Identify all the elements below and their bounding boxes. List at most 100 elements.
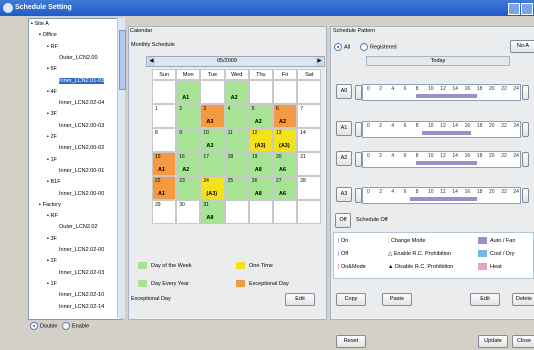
pattern-code-button[interactable]: A0 (336, 84, 352, 99)
calendar-day-cell[interactable]: 27 A6 (273, 176, 298, 200)
calendar-day-cell[interactable]: 16 A2 (176, 152, 201, 176)
reset-button[interactable]: Reset (336, 335, 366, 348)
maximize-button[interactable] (521, 3, 533, 15)
calendar-day-cell[interactable]: 8 (152, 128, 177, 152)
calendar-day-cell[interactable]: 15 A1 (152, 152, 177, 176)
calendar-day-cell[interactable]: 10 A3 (200, 128, 225, 152)
pattern-code-button[interactable]: A3 (336, 187, 352, 202)
tree-item[interactable]: ▪ 1F (47, 157, 57, 163)
tree-scrollbar[interactable] (117, 18, 126, 318)
pattern-code-button[interactable]: A1 (336, 121, 352, 136)
calendar-day-cell[interactable]: 1 (152, 104, 177, 128)
tree-item[interactable]: Inner_LCN2.00-01 (55, 168, 104, 174)
tree-item[interactable]: ▪ 3F (47, 236, 57, 242)
pattern-scroll-left-button[interactable] (355, 188, 362, 203)
calendar-day-cell[interactable]: 26 A8 (248, 176, 273, 200)
minimize-button[interactable] (508, 3, 520, 15)
pattern-scroll-right-button[interactable] (522, 122, 529, 137)
tree-item[interactable]: Outer_LCN2.02 (55, 224, 98, 230)
tree-item[interactable]: ▪ 2F (47, 258, 57, 264)
pattern-timebar[interactable]: 0 2 4 6 8 10 12 14 16 18 20 22 24 (362, 121, 521, 138)
pattern-scroll-right-button[interactable] (522, 85, 529, 100)
tree-item[interactable]: ▪ Office (39, 32, 57, 38)
copy-button[interactable]: Copy (336, 293, 366, 306)
tree-item[interactable]: ▪ RF (47, 44, 58, 50)
pattern-code-button[interactable]: A2 (336, 151, 352, 166)
calendar-day-cell[interactable] (248, 200, 273, 224)
calendar-day-cell[interactable]: 14 (297, 128, 322, 152)
tree-item[interactable]: ▪ 5F (47, 66, 57, 72)
pattern-scroll-left-button[interactable] (355, 85, 362, 100)
pattern-edit-button[interactable]: Edit (470, 293, 500, 306)
calendar-day-cell[interactable]: A2 (224, 80, 249, 104)
calendar-day-cell[interactable] (297, 80, 322, 104)
enable-radio[interactable]: Enable (62, 322, 89, 330)
pattern-scroll-right-button[interactable] (522, 152, 529, 167)
double-radio[interactable]: Double (30, 322, 57, 330)
tree-item[interactable]: ▪ Factory (39, 202, 61, 208)
calendar-day-cell[interactable]: 21 (297, 152, 322, 176)
tree-item[interactable]: Inner_LCN2.00-02 (55, 145, 104, 151)
calendar-day-cell[interactable]: 6 A2 (273, 104, 298, 128)
tree-item[interactable]: ▪ B1F (47, 179, 61, 185)
tree-item[interactable]: Inner_LCN2.01-03 (55, 77, 105, 84)
calendar-day-cell[interactable]: 20 A6 (273, 152, 298, 176)
no-a-button[interactable]: No.A (510, 40, 534, 53)
update-button[interactable]: Update (478, 335, 508, 348)
pattern-scroll-left-button[interactable] (355, 152, 362, 167)
prev-month-button[interactable]: ◀ (148, 57, 155, 66)
next-month-button[interactable]: ▶ (316, 57, 323, 66)
calendar-day-cell[interactable]: 25 (224, 176, 249, 200)
tree-item[interactable]: Inner_LCN2.02-14 (55, 304, 104, 310)
tree-item[interactable]: Inner_LCN2.02-04 (55, 100, 104, 106)
close-button[interactable]: Close (512, 335, 534, 348)
tree-item[interactable]: ▪ 4F (47, 89, 57, 95)
calendar-day-cell[interactable]: 17 (200, 152, 225, 176)
calendar-day-cell[interactable] (297, 200, 322, 224)
calendar-day-cell[interactable]: 18 (224, 152, 249, 176)
tree-scrollbar-thumb[interactable] (119, 30, 126, 90)
calendar-day-cell[interactable]: 12 (A3) (248, 128, 273, 152)
calendar-day-cell[interactable] (273, 200, 298, 224)
pattern-scroll-right-button[interactable] (522, 188, 529, 203)
calendar-day-cell[interactable]: 4 (224, 104, 249, 128)
calendar-day-cell[interactable]: 3 A3 (200, 104, 225, 128)
registered-radio[interactable]: Registered (360, 43, 397, 51)
tree-item[interactable]: Outer_LCN2.00 (55, 55, 98, 61)
all-radio[interactable]: All (334, 43, 350, 51)
paste-button[interactable]: Paste (382, 293, 412, 306)
tree-item[interactable]: ▪ 2F (47, 134, 57, 140)
calendar-day-cell[interactable]: 13 (A3) (273, 128, 298, 152)
calendar-day-cell[interactable]: 28 (297, 176, 322, 200)
calendar-day-cell[interactable]: 23 (176, 176, 201, 200)
calendar-day-cell[interactable] (152, 80, 177, 104)
calendar-day-cell[interactable] (200, 80, 225, 104)
calendar-edit-button[interactable]: Edit (285, 293, 315, 306)
tree-item[interactable]: ▪ 3F (47, 111, 57, 117)
calendar-day-cell[interactable]: 2 (176, 104, 201, 128)
calendar-day-cell[interactable]: 7 (297, 104, 322, 128)
tree-item[interactable]: Inner_LCN2.00-00 (55, 191, 104, 197)
tree-item[interactable]: ▪ RF (47, 213, 58, 219)
calendar-day-cell[interactable]: 30 (176, 200, 201, 224)
calendar-day-cell[interactable]: 19 A8 (248, 152, 273, 176)
calendar-day-cell[interactable]: 5 A2 (248, 104, 273, 128)
calendar-day-cell[interactable]: 31 A8 (200, 200, 225, 224)
calendar-day-cell[interactable] (248, 80, 273, 104)
tree-item[interactable]: ▪ Site A (31, 21, 49, 27)
pattern-timebar[interactable]: 0 2 4 6 8 10 12 14 16 18 20 22 24 (362, 187, 521, 204)
tree-item[interactable]: Inner_LCN2.02-10 (55, 292, 104, 298)
calendar-day-cell[interactable]: 11 (224, 128, 249, 152)
calendar-day-cell[interactable]: 9 (176, 128, 201, 152)
pattern-timebar[interactable]: 0 2 4 6 8 10 12 14 16 18 20 22 24 (362, 84, 521, 101)
calendar-day-cell[interactable]: 24 (A3) (200, 176, 225, 200)
pattern-scroll-left-button[interactable] (355, 122, 362, 137)
calendar-day-cell[interactable]: 22 A1 (152, 176, 177, 200)
calendar-day-cell[interactable]: 29 (152, 200, 177, 224)
calendar-day-cell[interactable] (273, 80, 298, 104)
schedule-off-button[interactable]: Off (335, 213, 351, 228)
calendar-day-cell[interactable] (224, 200, 249, 224)
delete-button[interactable]: Delete (512, 293, 534, 306)
tree-item[interactable]: ▪ 1F (47, 281, 57, 287)
tree-item[interactable]: Inner_LCN2.00-03 (55, 123, 104, 129)
